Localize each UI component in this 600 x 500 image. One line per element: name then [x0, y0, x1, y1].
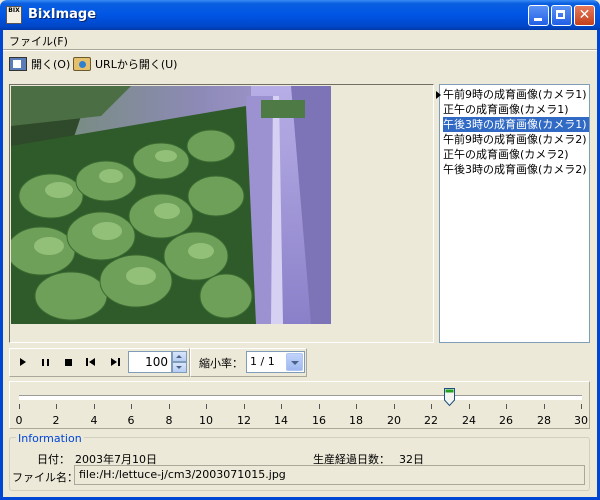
spin-up-button[interactable] — [172, 351, 187, 362]
slider-tick — [244, 404, 245, 409]
file-name-field: file:/H:/lettuce-j/cm3/2003071015.jpg — [74, 465, 585, 485]
slider-tick-label: 28 — [537, 414, 551, 427]
slider-tick — [469, 404, 470, 409]
zoom-label: 縮小率： — [199, 357, 243, 370]
list-item[interactable]: 正午の成育画像(カメラ1) — [443, 102, 589, 117]
slider-tick — [431, 404, 432, 409]
slider-tick-label: 0 — [15, 414, 23, 427]
list-item-selected[interactable]: 午後3時の成育画像(カメラ1) — [443, 117, 589, 132]
slider-tick-label: 2 — [52, 414, 60, 427]
information-legend: Information — [16, 432, 84, 445]
slider-tick — [94, 404, 95, 409]
speed-stepper[interactable] — [172, 351, 187, 373]
app-icon: BIX — [6, 6, 22, 24]
slider-tick-label: 6 — [127, 414, 135, 427]
menu-separator — [3, 49, 597, 51]
play-button[interactable] — [15, 354, 31, 370]
slider-tick — [356, 404, 357, 409]
slider-tick-label: 12 — [237, 414, 251, 427]
slider-tick — [581, 404, 582, 409]
previous-icon — [86, 358, 95, 366]
open-file-icon — [9, 57, 27, 71]
image-list[interactable]: 午前9時の成育画像(カメラ1) 正午の成育画像(カメラ1) 午後3時の成育画像(… — [439, 84, 590, 343]
slider-tick-label: 14 — [274, 414, 288, 427]
slider-tick-label: 20 — [387, 414, 401, 427]
close-icon: ✕ — [578, 7, 591, 23]
next-button[interactable] — [107, 354, 123, 370]
pause-button[interactable] — [37, 354, 53, 370]
growth-photo — [11, 86, 331, 324]
slider-tick — [206, 404, 207, 409]
file-name-label: ファイル名： — [12, 471, 78, 484]
chevron-down-icon[interactable] — [286, 353, 303, 371]
open-url-button[interactable]: URLから開く(U) — [73, 55, 177, 73]
list-item[interactable]: 午前9時の成育画像(カメラ1) — [443, 87, 589, 102]
spin-down-button[interactable] — [172, 362, 187, 373]
window-title: BixImage — [28, 7, 97, 22]
minimize-button[interactable] — [528, 5, 549, 26]
slider-tick — [319, 404, 320, 409]
stop-button[interactable] — [60, 354, 76, 370]
list-marker-icon — [436, 91, 441, 99]
slider-tick-label: 18 — [349, 414, 363, 427]
slider-tick — [56, 404, 57, 409]
slider-tick — [394, 404, 395, 409]
date-label: 日付： — [37, 453, 70, 466]
previous-button[interactable] — [83, 354, 99, 370]
time-slider-track[interactable] — [19, 395, 582, 400]
open-button[interactable]: 開く(O) — [9, 55, 70, 73]
speed-input[interactable]: 100 — [128, 351, 172, 373]
app-icon-text: BIX — [8, 7, 20, 14]
open-url-button-label: URLから開く(U) — [95, 58, 178, 71]
slider-tick-label: 16 — [312, 414, 326, 427]
open-button-label: 開く(O) — [31, 58, 71, 71]
slider-tick — [281, 404, 282, 409]
zoom-select[interactable]: 1 / 1 — [246, 351, 305, 373]
menu-bar — [3, 30, 597, 49]
slider-tick — [131, 404, 132, 409]
list-item[interactable]: 正午の成育画像(カメラ2) — [443, 147, 589, 162]
slider-tick-label: 8 — [165, 414, 173, 427]
slider-tick — [169, 404, 170, 409]
slider-tick-label: 24 — [462, 414, 476, 427]
zoom-value: 1 / 1 — [250, 355, 275, 368]
close-button[interactable]: ✕ — [574, 5, 595, 26]
open-url-icon — [73, 57, 91, 71]
list-item[interactable]: 午後3時の成育画像(カメラ2) — [443, 162, 589, 177]
maximize-button[interactable] — [551, 5, 572, 26]
slider-tick-label: 22 — [424, 414, 438, 427]
list-item[interactable]: 午前9時の成育画像(カメラ2) — [443, 132, 589, 147]
slider-tick-label: 26 — [499, 414, 513, 427]
window-frame-left — [0, 30, 3, 500]
next-icon — [111, 358, 120, 366]
slider-tick — [506, 404, 507, 409]
slider-tick — [19, 404, 20, 409]
slider-tick-label: 4 — [90, 414, 98, 427]
menu-file[interactable]: ファイル(F) — [9, 33, 68, 49]
slider-tick-label: 30 — [574, 414, 588, 427]
slider-tick — [544, 404, 545, 409]
slider-tick-label: 10 — [199, 414, 213, 427]
time-slider-thumb[interactable] — [444, 388, 455, 406]
